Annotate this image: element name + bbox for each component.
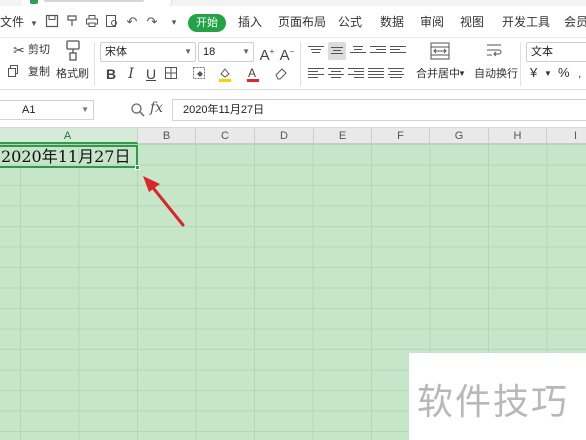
tab-page-layout[interactable]: 页面布局 [278, 6, 326, 38]
active-cell[interactable]: 2020年11月27日 [0, 145, 138, 168]
number-format-value: 文本 [531, 46, 553, 58]
font-name-value: 宋体 [105, 46, 127, 58]
column-header-h[interactable]: H [489, 128, 547, 144]
copy-icon[interactable] [8, 64, 18, 80]
formula-bar: A1 ▼ fx 2020年11月27日 [0, 90, 586, 128]
number-format-select[interactable]: 文本 [526, 42, 586, 62]
currency-button[interactable]: ¥ [530, 65, 537, 81]
watermark-text: 软件技巧 [417, 382, 570, 423]
format-brush-icon[interactable] [64, 14, 80, 30]
comma-style-button[interactable]: , [578, 65, 581, 81]
name-box-value: A1 [22, 104, 36, 116]
increase-indent-icon[interactable] [390, 44, 406, 58]
wrap-text-button[interactable]: 自动换行 [474, 66, 518, 82]
cell-fill-icon[interactable] [190, 66, 208, 82]
column-header-f[interactable]: F [372, 128, 430, 144]
chevron-down-icon[interactable]: ▼ [26, 16, 42, 32]
chevron-down-icon: ▼ [184, 47, 192, 56]
align-right-icon[interactable] [348, 66, 364, 80]
fill-color-icon[interactable] [216, 66, 234, 82]
scissors-icon[interactable]: ✂ [10, 42, 28, 58]
italic-icon[interactable]: I [122, 66, 140, 82]
tab-developer[interactable]: 开发工具 [502, 6, 550, 38]
bold-icon[interactable]: B [102, 66, 120, 82]
fill-handle[interactable] [135, 165, 140, 170]
decrease-font-icon[interactable]: A− [278, 44, 296, 64]
increase-font-icon[interactable]: A+ [258, 44, 276, 64]
justify-icon[interactable] [368, 66, 384, 80]
chevron-down-icon: ▼ [242, 47, 250, 56]
menu-file[interactable]: 文件 [0, 6, 24, 38]
column-header-b[interactable]: B [138, 128, 196, 144]
percent-button[interactable]: % [558, 65, 570, 81]
print-icon[interactable] [84, 14, 100, 30]
align-center-icon[interactable] [328, 66, 344, 80]
decrease-indent-icon[interactable] [370, 44, 386, 58]
tab-review[interactable]: 审阅 [420, 6, 444, 38]
distributed-icon[interactable] [388, 66, 404, 80]
ribbon-toolbar: ✂ 剪切 复制 格式刷 宋体 ▼ 18 ▼ A+ A− B I U A 合并居中… [0, 38, 586, 90]
tab-formulas[interactable]: 公式 [338, 6, 362, 38]
font-size-value: 18 [203, 46, 216, 58]
save-icon[interactable] [44, 14, 60, 30]
column-header-e[interactable]: E [314, 128, 372, 144]
merge-center-icon[interactable] [430, 42, 450, 60]
align-top-icon[interactable] [308, 44, 324, 58]
name-box[interactable]: A1 ▼ [0, 100, 94, 120]
chevron-down-icon[interactable]: ▼ [458, 66, 466, 82]
zoom-icon[interactable] [130, 102, 146, 118]
tab-data[interactable]: 数据 [380, 6, 404, 38]
column-header-a[interactable]: A [0, 128, 138, 144]
formula-input[interactable]: 2020年11月27日 [172, 99, 586, 121]
fx-icon[interactable]: fx [150, 100, 163, 116]
divider [94, 42, 95, 86]
menu-bar: 文件 ▼ ↶ ↷ ▾ 开始 插入 页面布局 公式 数据 审阅 视图 开发工具 会… [0, 6, 586, 38]
tab-view[interactable]: 视图 [460, 6, 484, 38]
wrap-text-icon[interactable] [484, 42, 504, 60]
redo-icon[interactable]: ↷ [144, 14, 160, 30]
svg-text:A: A [248, 66, 256, 80]
tab-insert[interactable]: 插入 [238, 6, 262, 38]
format-painter-icon[interactable] [62, 40, 84, 62]
font-size-select[interactable]: 18 ▼ [198, 42, 254, 62]
copy-button[interactable]: 复制 [28, 64, 50, 80]
watermark-box: 软件技巧 [409, 353, 586, 440]
column-header-g[interactable]: G [430, 128, 489, 144]
undo-icon[interactable]: ↶ [124, 14, 140, 30]
print-preview-icon[interactable] [104, 14, 120, 30]
column-header-d[interactable]: D [255, 128, 314, 144]
format-painter-button[interactable]: 格式刷 [56, 66, 89, 82]
underline-icon[interactable]: U [142, 66, 160, 82]
borders-icon[interactable] [162, 66, 180, 82]
align-left-icon[interactable] [308, 66, 324, 80]
column-header: A B C D E F G H I [0, 128, 586, 144]
font-color-icon[interactable]: A [244, 66, 262, 82]
tab-home[interactable]: 开始 [188, 14, 226, 32]
merge-center-button[interactable]: 合并居中 [416, 66, 460, 82]
tab-member[interactable]: 会员 [564, 6, 586, 38]
chevron-down-icon: ▼ [81, 105, 89, 114]
chevron-down-icon[interactable]: ▼ [544, 66, 552, 82]
column-header-i[interactable]: I [547, 128, 586, 144]
align-middle-icon[interactable] [328, 42, 346, 60]
divider [300, 42, 301, 86]
eraser-icon[interactable] [272, 66, 290, 82]
font-name-select[interactable]: 宋体 ▼ [100, 42, 196, 62]
cut-button[interactable]: 剪切 [28, 42, 50, 58]
align-bottom-icon[interactable] [350, 44, 366, 58]
column-header-c[interactable]: C [196, 128, 255, 144]
divider [520, 42, 521, 86]
chevron-down-icon[interactable]: ▾ [166, 14, 182, 30]
